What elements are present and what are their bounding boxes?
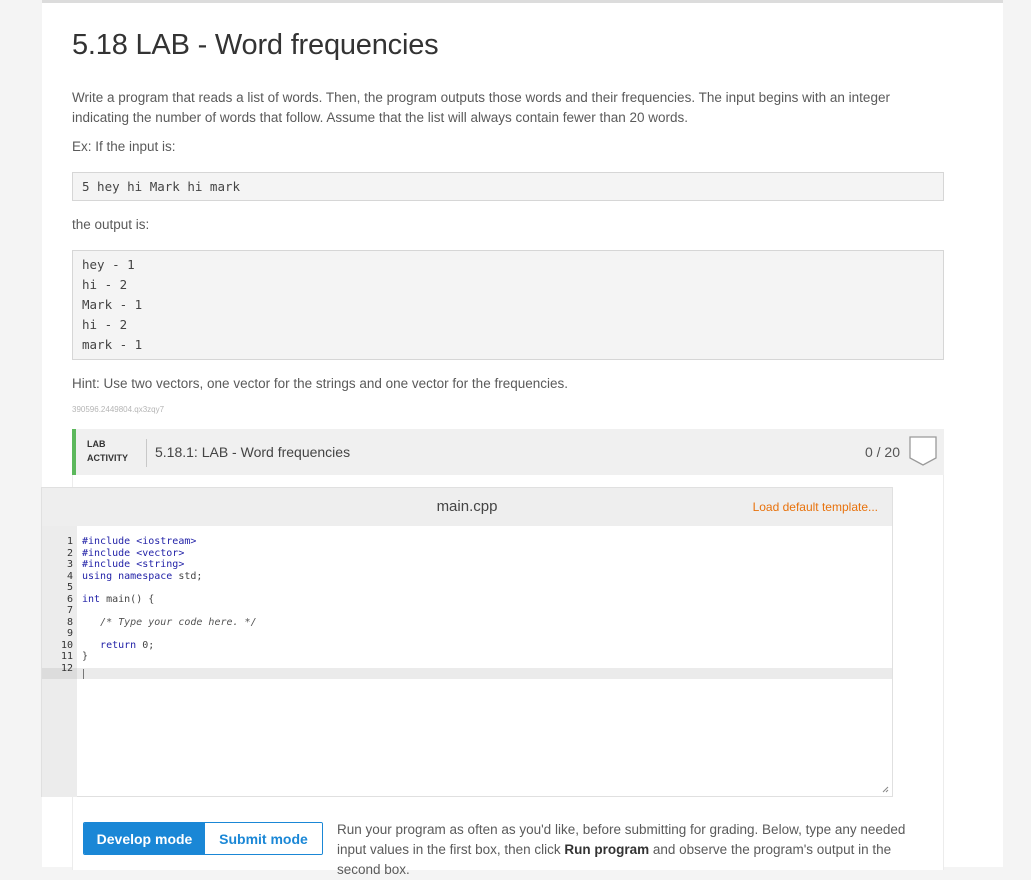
lab-score: 0 / 20 — [864, 444, 900, 460]
example-output-line: mark - 1 — [82, 337, 143, 352]
line-number: 11 — [60, 651, 73, 662]
code-token: #include — [82, 547, 137, 559]
example-input-text: 5 hey hi Mark hi mark — [82, 179, 241, 194]
lab-activity-header: LAB ACTIVITY 5.18.1: LAB - Word frequenc… — [72, 429, 944, 475]
content-hash-id: 390596.2449804.qx3zqy7 — [72, 405, 165, 414]
code-token: <string> — [136, 559, 185, 570]
example-output-line: hi - 2 — [82, 317, 128, 332]
code-token: <vector> — [136, 547, 185, 559]
line-number: 10 — [60, 639, 73, 651]
problem-description: Write a program that reads a list of wor… — [72, 90, 890, 125]
code-token: /* Type your code here. */ — [100, 616, 257, 628]
code-token: using namespace — [82, 570, 179, 582]
develop-mode-button[interactable]: Develop mode — [84, 823, 205, 854]
example-output-line: hi - 2 — [82, 277, 128, 292]
page-title: 5.18 LAB - Word frequencies — [72, 29, 439, 61]
code-token: #include — [82, 536, 137, 547]
line-number: 1 — [66, 536, 73, 547]
code-line[interactable] — [82, 582, 892, 594]
line-number: 3 — [66, 559, 73, 570]
lab-activity-tag: LAB ACTIVITY — [87, 437, 128, 465]
line-number: 5 — [66, 582, 73, 593]
submit-mode-button[interactable]: Submit mode — [205, 823, 322, 854]
line-number: 8 — [66, 616, 73, 628]
completion-badge-icon — [909, 436, 937, 466]
output-label: the output is: — [72, 217, 150, 232]
code-token: } — [82, 651, 89, 662]
code-token: int — [82, 593, 107, 605]
mode-toggle: Develop mode Submit mode — [83, 822, 323, 855]
code-line[interactable]: return 0; — [82, 640, 892, 652]
code-line[interactable]: #include <string> — [82, 559, 892, 571]
line-number: 4 — [66, 570, 73, 582]
resize-grip-icon[interactable] — [882, 786, 889, 793]
load-default-template-link[interactable]: Load default template... — [753, 500, 878, 514]
example-input-label: Ex: If the input is: — [72, 139, 176, 154]
lab-tag-line: LAB — [87, 439, 106, 449]
code-token: main() { — [106, 593, 155, 605]
line-number: 12 — [60, 663, 73, 674]
line-number: 7 — [66, 605, 73, 616]
code-line[interactable] — [82, 663, 892, 675]
code-line[interactable]: } — [82, 651, 892, 663]
code-line[interactable]: #include <vector> — [82, 548, 892, 560]
run-program-emphasis: Run program — [564, 842, 650, 857]
hint-text: Hint: Use two vectors, one vector for th… — [72, 376, 568, 391]
code-editor[interactable]: main.cpp Load default template... #inclu… — [41, 487, 893, 797]
line-number: 6 — [66, 593, 73, 605]
line-number: 2 — [66, 547, 73, 559]
code-token: std; — [178, 570, 203, 582]
code-token: #include — [82, 559, 137, 570]
code-token: <iostream> — [136, 536, 197, 547]
text-cursor — [83, 669, 84, 679]
code-line[interactable] — [82, 605, 892, 617]
code-line[interactable]: using namespace std; — [82, 571, 892, 583]
lab-tag-line: ACTIVITY — [87, 453, 129, 463]
code-line[interactable]: int main() { — [82, 594, 892, 606]
code-token: 0; — [142, 639, 155, 651]
example-output-box: hey - 1 hi - 2 Mark - 1 hi - 2 mark - 1 — [72, 250, 944, 360]
code-token: return — [82, 639, 143, 651]
line-number: 9 — [66, 628, 73, 639]
example-output-line: hey - 1 — [82, 257, 135, 272]
example-output-line: Mark - 1 — [82, 297, 143, 312]
code-line[interactable]: #include <iostream> — [82, 536, 892, 548]
lab-activity-title: 5.18.1: LAB - Word frequencies — [155, 444, 351, 460]
code-line[interactable] — [82, 628, 892, 640]
editor-header: main.cpp Load default template... — [42, 488, 892, 526]
example-input-box: 5 hey hi Mark hi mark — [72, 172, 944, 201]
code-line[interactable]: /* Type your code here. */ — [82, 617, 892, 629]
header-divider — [146, 439, 147, 467]
run-instructions: Run your program as often as you'd like,… — [337, 820, 937, 880]
